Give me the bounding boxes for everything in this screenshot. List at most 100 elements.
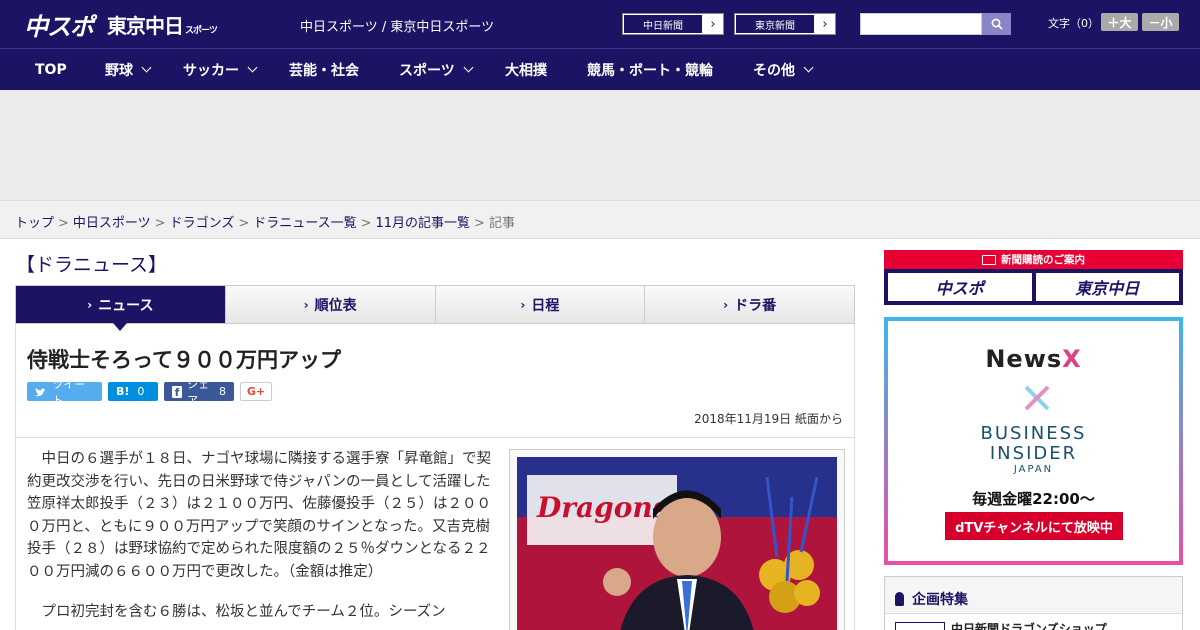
breadcrumb-separator: > (360, 216, 372, 231)
chunichi-shimbun-link[interactable]: 中日新聞 › (622, 13, 724, 35)
article-paragraph: プロ初完封を含む６勝は、松坂と並んでチーム２位。シーズン (41, 604, 446, 620)
search-input[interactable] (860, 13, 982, 35)
article-photo-frame[interactable]: Dragons (509, 449, 845, 630)
chevron-right-icon: › (520, 297, 526, 312)
facebook-label: シェア (187, 377, 210, 407)
chevron-down-icon (463, 62, 474, 73)
article-headline: 侍戦士そろって９００万円アップ (27, 348, 341, 372)
nav-item-other[interactable]: その他 (753, 49, 814, 90)
ad-japan-text: JAPAN (1013, 464, 1054, 475)
font-size-label: 文字（0） (1048, 17, 1099, 30)
top-header: 中スポ 東京中日 スポーツ 中日スポーツ / 東京中日スポーツ 中日新聞 › 東京… (0, 0, 1200, 48)
breadcrumb-bar: トップ > 中日スポーツ > ドラゴンズ > ドラニュース一覧 >11月の記事一覧 > 記事 (0, 200, 1200, 239)
chevron-right-icon: › (822, 16, 828, 32)
breadcrumb-link[interactable]: 11月の記事一覧 (376, 216, 471, 231)
breadcrumb-link[interactable]: ドラゴンズ (170, 216, 235, 231)
breadcrumb-link[interactable]: ドラニュース一覧 (253, 216, 356, 231)
tab-reporter[interactable]: › ドラ番 (644, 286, 854, 323)
feature-link: 中日新聞ドラゴンズショップ (951, 622, 1107, 630)
feature-title: 企画特集 (895, 589, 968, 609)
tab-standings[interactable]: › 順位表 (224, 286, 435, 323)
logo-tokyo-suffix: スポーツ (185, 25, 218, 36)
share-buttons: ツイート B! 0 f シェア 8 G+ (27, 378, 272, 407)
nav-item-racing[interactable]: 競馬・ボート・競輪 (587, 49, 713, 90)
nav-item-entertainment[interactable]: 芸能・社会 (289, 49, 359, 90)
tokyo-shimbun-link[interactable]: 東京新聞 › (734, 13, 836, 35)
breadcrumb-link[interactable]: トップ (15, 216, 54, 231)
search-button[interactable] (982, 13, 1011, 35)
facebook-count: 8 (219, 385, 226, 398)
feature-box: 企画特集 中日新聞ドラゴンズショップ (884, 576, 1183, 630)
nav-item-top[interactable]: TOP (35, 49, 67, 90)
chevron-right-icon: › (710, 16, 716, 32)
sidebar-ad[interactable]: NewsX BUSINESS INSIDER JAPAN 毎週金曜22:00〜 … (884, 317, 1183, 565)
article-dateline: 2018年11月19日 紙面から (694, 412, 843, 426)
chevron-down-icon (141, 62, 152, 73)
article-paragraph: 中日の６選手が１８日、ナゴヤ球場に隣接する選手寮「昇竜館」で契約更改交渉を行い、… (27, 451, 491, 580)
chevron-right-icon: › (303, 297, 309, 312)
facebook-icon: f (172, 385, 183, 399)
tab-news[interactable]: › ニュース (16, 286, 225, 331)
nav-label: 野球 (105, 62, 133, 79)
ad-cta-button[interactable]: dTVチャンネルにて放映中 (945, 512, 1123, 540)
site-name: 中日スポーツ / 東京中日スポーツ (300, 20, 495, 35)
nav-label: 芸能・社会 (289, 62, 359, 79)
tab-schedule[interactable]: › 日程 (434, 286, 645, 323)
article-header: 侍戦士そろって９００万円アップ ツイート B! 0 f シェア 8 G+ 201… (15, 324, 855, 438)
nav-item-sumo[interactable]: 大相撲 (505, 49, 547, 90)
twitter-icon (35, 387, 46, 396)
site-logo[interactable]: 中スポ 東京中日 スポーツ (24, 8, 218, 41)
subscription-title: 新聞購読のご案内 (884, 250, 1183, 269)
font-larger-button[interactable]: ＋大 (1101, 13, 1138, 31)
ad-newsx-x: X (1062, 345, 1082, 373)
breadcrumb-separator: > (154, 216, 166, 231)
article-text: 中日の６選手が１８日、ナゴヤ球場に隣接する選手寮「昇竜館」で契約更改交渉を行い、… (27, 448, 493, 630)
logo-tokyo-chunichi: 東京中日 スポーツ (107, 10, 218, 39)
player-photo-illustration: Dragons (517, 457, 837, 630)
nav-label: その他 (753, 62, 795, 79)
article-photo: Dragons (517, 457, 837, 630)
dragons-banner-text: Dragons (536, 491, 669, 524)
logo-chuspo: 中スポ (24, 12, 94, 41)
ext-link-label: 中日新聞 (623, 14, 703, 34)
feature-item[interactable]: 中日新聞ドラゴンズショップ (885, 613, 1182, 630)
cross-icon (1024, 385, 1050, 411)
nav-item-baseball[interactable]: 野球 (105, 49, 152, 90)
breadcrumb-separator: > (238, 216, 250, 231)
breadcrumb: トップ > 中日スポーツ > ドラゴンズ > ドラニュース一覧 >11月の記事一覧 > 記事 (15, 212, 515, 231)
feature-thumbnail (895, 622, 945, 630)
chevron-right-icon: › (87, 297, 93, 312)
tweet-button[interactable]: ツイート (27, 378, 102, 407)
ad-business-text: BUSINESS (980, 423, 1087, 444)
nav-label: 大相撲 (505, 62, 547, 79)
font-smaller-button[interactable]: －小 (1142, 13, 1179, 31)
tweet-label: ツイート (52, 377, 86, 407)
chuspo-subscribe-logo[interactable]: 中スポ (888, 273, 1032, 301)
chevron-down-icon (247, 62, 258, 73)
nav-label: サッカー (183, 62, 239, 79)
breadcrumb-separator: > (58, 216, 69, 231)
pin-icon (895, 592, 904, 606)
tab-label: 順位表 (314, 297, 357, 314)
tab-label: 日程 (531, 297, 560, 314)
banner-ad-space (0, 90, 1200, 200)
nav-label: 競馬・ボート・競輪 (587, 62, 713, 79)
chevron-right-icon: › (723, 297, 729, 312)
tokyo-chunichi-subscribe-logo[interactable]: 東京中日 (1035, 273, 1179, 301)
ext-link-label: 東京新聞 (735, 14, 815, 34)
hatena-count: 0 (137, 385, 145, 398)
hatena-icon: B! (116, 385, 130, 398)
facebook-share-button[interactable]: f シェア 8 (164, 378, 234, 407)
section-title: 【ドラニュース】 (16, 254, 168, 276)
chevron-down-icon (803, 62, 814, 73)
nav-item-sports[interactable]: スポーツ (399, 49, 474, 90)
ad-insider-text: INSIDER (989, 443, 1078, 464)
category-tabs: › ニュース › 順位表 › 日程 › ドラ番 (15, 285, 855, 331)
breadcrumb-link[interactable]: 中日スポーツ (73, 216, 151, 231)
hatena-bookmark-button[interactable]: B! 0 (108, 382, 158, 401)
nav-item-soccer[interactable]: サッカー (183, 49, 258, 90)
nav-label: TOP (35, 61, 67, 78)
google-plus-button[interactable]: G+ (240, 382, 272, 401)
newspaper-icon (982, 254, 996, 265)
subscription-box[interactable]: 新聞購読のご案内 中スポ 東京中日 (884, 250, 1183, 305)
